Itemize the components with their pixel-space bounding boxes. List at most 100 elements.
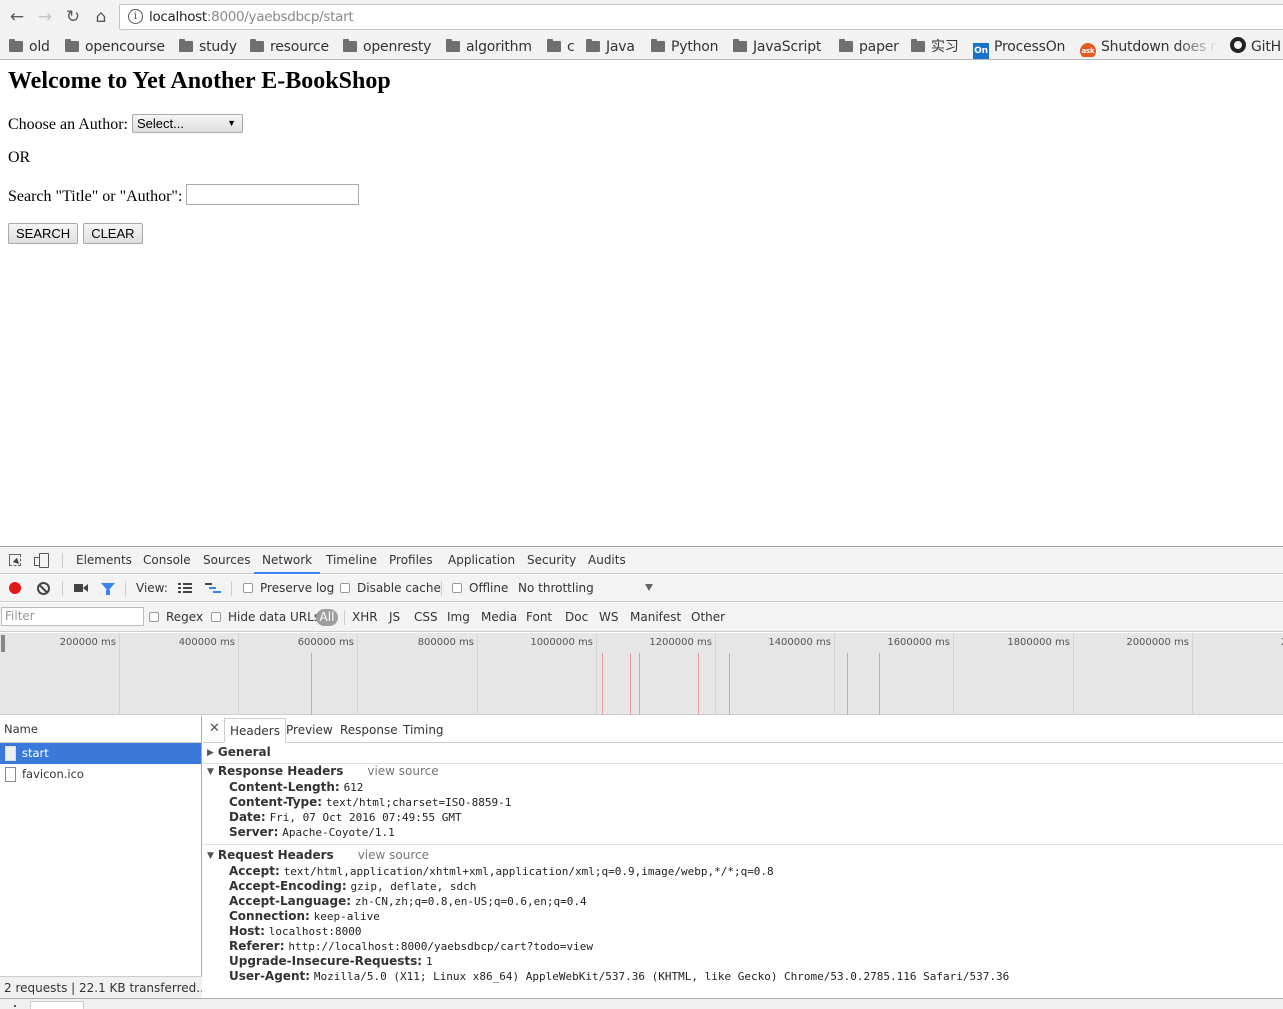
search-button[interactable]: SEARCH xyxy=(8,223,79,244)
drawer-tab[interactable] xyxy=(30,1001,84,1009)
hide-data-urls-checkbox[interactable] xyxy=(211,612,221,622)
overview-tick-label: 400000 ms xyxy=(178,637,235,648)
offline-checkbox[interactable] xyxy=(452,583,462,593)
regex-checkbox[interactable] xyxy=(149,612,159,622)
address-bar[interactable]: i localhost:8000/yaebsdbcp/start xyxy=(119,4,1283,30)
type-filter-all[interactable]: All xyxy=(316,609,338,626)
bookmark-study[interactable]: study xyxy=(179,37,237,57)
tab-elements[interactable]: Elements xyxy=(76,547,132,574)
type-filter-media[interactable]: Media xyxy=(481,603,517,632)
tab-timeline[interactable]: Timeline xyxy=(326,547,377,574)
type-filter-xhr[interactable]: XHR xyxy=(352,603,378,632)
disable-cache-checkbox[interactable] xyxy=(340,583,350,593)
device-mode-icon[interactable] xyxy=(34,553,50,568)
overview-tick-label: 1400000 ms xyxy=(768,637,831,648)
request-header: Upgrade-Insecure-Requests: 1 xyxy=(229,954,433,968)
request-row[interactable]: start xyxy=(0,743,201,764)
tab-response[interactable]: Response xyxy=(340,718,398,743)
tab-sources[interactable]: Sources xyxy=(203,547,250,574)
divider xyxy=(231,581,232,596)
bookmark-internship[interactable]: 实习 xyxy=(911,37,959,57)
overview-tick-label: 2000000 ms xyxy=(1126,637,1189,648)
view-source-link[interactable]: view source xyxy=(367,764,438,778)
bookmark-paper[interactable]: paper xyxy=(839,37,899,57)
bookmark-javascript[interactable]: JavaScript xyxy=(733,37,821,57)
overview-waterfall-icon[interactable] xyxy=(205,583,221,593)
tab-application[interactable]: Application xyxy=(448,547,515,574)
response-headers-toggle[interactable]: ▼ Response Headers view source xyxy=(207,764,439,778)
dropdown-arrow-icon: ▼ xyxy=(227,118,236,128)
column-header-name[interactable]: Name xyxy=(0,716,201,743)
chevron-down-icon[interactable] xyxy=(645,584,653,591)
filter-input[interactable]: Filter xyxy=(1,607,144,626)
folder-icon xyxy=(839,39,853,52)
bookmark-c[interactable]: c xyxy=(547,37,575,57)
overview-tick-label: 1600000 ms xyxy=(887,637,950,648)
capture-screenshots-icon[interactable] xyxy=(74,584,88,592)
tab-headers[interactable]: Headers xyxy=(224,718,286,743)
bookmark-python[interactable]: Python xyxy=(651,37,719,57)
tab-timing[interactable]: Timing xyxy=(403,718,444,743)
back-arrow-icon[interactable]: ← xyxy=(6,6,28,28)
folder-icon xyxy=(343,39,357,52)
overview-tick-label: 800000 ms xyxy=(417,637,474,648)
console-drawer xyxy=(0,998,1283,1009)
triangle-right-icon: ▶ xyxy=(207,748,214,758)
tab-security[interactable]: Security xyxy=(527,547,576,574)
bookmark-shutdown[interactable]: ask Shutdown does r xyxy=(1080,37,1218,57)
type-filter-js[interactable]: JS xyxy=(389,603,400,632)
info-icon[interactable]: i xyxy=(128,9,143,24)
regex-label: Regex xyxy=(166,610,204,624)
bookmark-openresty[interactable]: openresty xyxy=(343,37,431,57)
tab-console[interactable]: Console xyxy=(143,547,191,574)
type-filter-ws[interactable]: WS xyxy=(599,603,618,632)
type-filter-font[interactable]: Font xyxy=(526,603,552,632)
close-icon[interactable]: ✕ xyxy=(209,721,220,736)
tab-audits[interactable]: Audits xyxy=(588,547,626,574)
overview-gridline xyxy=(1192,633,1193,715)
reload-icon[interactable]: ↻ xyxy=(62,6,84,28)
clear-log-icon[interactable] xyxy=(37,582,50,595)
tab-preview[interactable]: Preview xyxy=(286,718,333,743)
search-input[interactable] xyxy=(186,184,360,205)
overview-tick-label: 1000000 ms xyxy=(530,637,593,648)
network-overview-timeline[interactable]: 200000 ms 400000 ms 600000 ms 800000 ms 1000… xyxy=(0,633,1283,715)
forward-arrow-icon[interactable]: → xyxy=(34,6,56,28)
record-icon[interactable] xyxy=(9,582,21,594)
clear-button[interactable]: CLEAR xyxy=(83,223,143,244)
author-select[interactable]: Select... ▼ xyxy=(132,114,243,133)
filter-icon[interactable] xyxy=(101,583,115,595)
inspect-element-icon[interactable] xyxy=(9,554,21,566)
tab-network[interactable]: Network xyxy=(254,547,321,574)
bookmark-java[interactable]: Java xyxy=(586,37,635,57)
or-text: OR xyxy=(8,149,31,166)
preserve-log-checkbox[interactable] xyxy=(243,583,253,593)
throttling-select[interactable]: No throttling xyxy=(518,575,594,602)
bookmark-algorithm[interactable]: algorithm xyxy=(446,37,532,57)
folder-icon xyxy=(547,39,561,52)
type-filter-other[interactable]: Other xyxy=(691,603,725,632)
drawer-menu-icon[interactable] xyxy=(14,1005,16,1007)
overview-drag-handle[interactable] xyxy=(1,635,5,652)
bookmark-old[interactable]: old xyxy=(9,37,50,57)
type-filter-css[interactable]: CSS xyxy=(414,603,438,632)
bookmark-opencourse[interactable]: opencourse xyxy=(65,37,165,57)
type-filter-img[interactable]: Img xyxy=(447,603,470,632)
type-filter-manifest[interactable]: Manifest xyxy=(630,603,681,632)
type-filter-doc[interactable]: Doc xyxy=(565,603,588,632)
large-rows-icon[interactable] xyxy=(178,583,192,593)
bookmark-processon[interactable]: On ProcessOn xyxy=(973,37,1065,59)
request-row[interactable]: favicon.ico xyxy=(0,764,201,785)
bookmark-resource[interactable]: resource xyxy=(250,37,329,57)
url-text[interactable]: localhost:8000/yaebsdbcp/start xyxy=(149,9,354,25)
general-section-toggle[interactable]: ▶ General xyxy=(207,745,271,759)
request-header: Accept-Encoding: gzip, deflate, sdch xyxy=(229,879,477,893)
network-controls: View: Preserve log Disable cache Offline… xyxy=(0,575,1283,602)
bookmark-github[interactable]: GitH xyxy=(1230,37,1281,57)
bookmarks-bar: old opencourse study resource openresty … xyxy=(0,33,1283,60)
view-source-link[interactable]: view source xyxy=(358,848,429,862)
home-icon[interactable]: ⌂ xyxy=(90,6,112,28)
tab-profiles[interactable]: Profiles xyxy=(389,547,433,574)
request-headers-toggle[interactable]: ▼ Request Headers view source xyxy=(207,848,429,862)
hide-data-urls-label: Hide data URLs xyxy=(228,610,321,624)
